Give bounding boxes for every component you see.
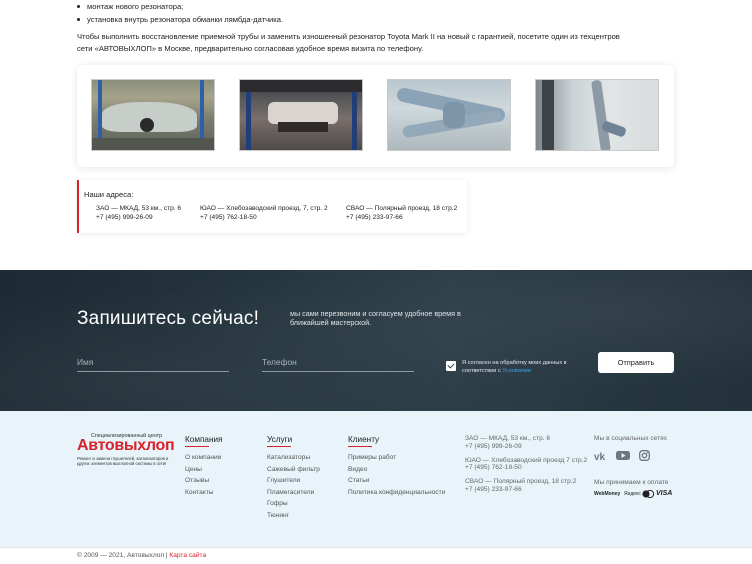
bullet-item: монтаж нового резонатора; xyxy=(77,0,283,13)
youtube-icon[interactable] xyxy=(616,448,630,466)
mastercard-logo xyxy=(642,489,655,500)
social-title: Мы в социальных сетях xyxy=(594,435,667,442)
footer-column-title: Услуги xyxy=(267,435,293,444)
address-phone[interactable]: +7 (495) 233-97-66 xyxy=(346,214,457,223)
bullet-item: установка внутрь резонатора обманки лямб… xyxy=(77,13,283,26)
addresses-box: Наши адреса: ЗАО — МКАД, 53 км., стр. 6 … xyxy=(77,180,467,233)
footer-link[interactable]: Видео xyxy=(348,464,445,476)
footer-link[interactable]: Катализаторы xyxy=(267,452,320,464)
contact-phone[interactable]: +7 (495) 999-26-09 xyxy=(465,443,587,451)
submit-button[interactable]: Отправить xyxy=(598,352,674,373)
footer-contact-item: СВАО — Полярный проезд, 18 стр.2 +7 (495… xyxy=(465,478,587,494)
footer-link[interactable]: Цены xyxy=(185,464,222,476)
payment-title: Мы принимаем к оплате xyxy=(594,479,669,486)
contact-address: СВАО — Полярный проезд, 18 стр.2 xyxy=(465,478,577,486)
address-phone[interactable]: +7 (495) 999-26-09 xyxy=(96,214,181,223)
visa-logo: VISA xyxy=(656,490,673,497)
sitemap-link[interactable]: Карта сайта xyxy=(169,552,206,559)
yandex-money-logo: Яндекс xyxy=(624,491,641,497)
contact-address: ЮАО — Хлебозаводский проезд 7 стр.2 xyxy=(465,456,588,464)
site-logo[interactable]: Специализированный центр Автовыхлоп Ремо… xyxy=(77,433,175,473)
footer-link[interactable]: Тюнинг xyxy=(267,510,320,522)
background-texture xyxy=(0,270,752,411)
footer: Специализированный центр Автовыхлоп Ремо… xyxy=(0,411,752,547)
footer-link[interactable]: Отзывы xyxy=(185,475,222,487)
gallery-photo-car-on-lift[interactable] xyxy=(91,79,215,151)
article-paragraph: Чтобы выполнить восстановление приемной … xyxy=(77,32,620,54)
address-phone[interactable]: +7 (495) 762-18-50 xyxy=(200,214,328,223)
article-section: монтаж нового резонатора; установка внут… xyxy=(0,0,752,270)
footer-link[interactable]: О компании xyxy=(185,452,222,464)
copyright: © 2009 — 2021, Автовыхлоп | Карта сайта xyxy=(77,552,207,559)
footer-link[interactable]: Пламегасители xyxy=(267,487,320,499)
title-underline xyxy=(348,446,372,447)
address-text: ЗАО — МКАД, 53 км., стр. 6 xyxy=(96,205,182,212)
consent-text: Я согласен на обработку моих данных в со… xyxy=(462,360,567,374)
footer-link[interactable]: Политика конфиденциальности xyxy=(348,487,445,499)
footer-column-company: Компания О компании Цены Отзывы Контакты xyxy=(185,435,222,498)
bottom-bar: © 2009 — 2021, Автовыхлоп | Карта сайта xyxy=(0,547,752,564)
address-item: СВАО — Полярный проезд, 18 стр.2 +7 (495… xyxy=(346,205,457,222)
footer-contacts: ЗАО — МКАД, 53 км., стр. 6 +7 (495) 999-… xyxy=(465,435,587,500)
photo-gallery xyxy=(77,65,674,167)
footer-contact-item: ЗАО — МКАД, 53 км., стр. 6 +7 (495) 999-… xyxy=(465,435,587,451)
phone-input[interactable]: Телефон xyxy=(262,357,414,372)
form-subtitle: мы сами перезвоним и согласуем удобное в… xyxy=(290,309,461,327)
name-input[interactable]: Имя xyxy=(77,357,229,372)
booking-form-section: Запишитесь сейчас! мы сами перезвоним и … xyxy=(0,270,752,411)
footer-link[interactable]: Сажевый фильтр xyxy=(267,464,320,476)
bullet-list: монтаж нового резонатора; установка внут… xyxy=(77,0,283,26)
consent-terms-link[interactable]: Условиями xyxy=(502,368,531,374)
address-text: СВАО — Полярный проезд, 18 стр.2 xyxy=(346,205,458,212)
title-underline xyxy=(267,446,291,447)
address-item: ЗАО — МКАД, 53 км., стр. 6 +7 (495) 999-… xyxy=(96,205,181,222)
gallery-photo-exhaust-pipe[interactable] xyxy=(387,79,511,151)
footer-link[interactable]: Примеры работ xyxy=(348,452,445,464)
footer-link[interactable]: Глушители xyxy=(267,475,320,487)
address-item: ЮАО — Хлебозаводский проезд, 7, стр. 2 +… xyxy=(200,205,328,222)
footer-contact-item: ЮАО — Хлебозаводский проезд 7 стр.2 +7 (… xyxy=(465,457,587,473)
footer-link[interactable]: Гофры xyxy=(267,498,320,510)
title-underline xyxy=(185,446,209,447)
webmoney-logo: WebMoney xyxy=(594,491,621,497)
contact-phone[interactable]: +7 (495) 762-18-50 xyxy=(465,464,587,472)
consent-checkbox[interactable] xyxy=(446,361,456,371)
footer-link[interactable]: Статьи xyxy=(348,475,445,487)
footer-link[interactable]: Контакты xyxy=(185,487,222,499)
footer-column-services: Услуги Катализаторы Сажевый фильтр Глуши… xyxy=(267,435,320,522)
form-title: Запишитесь сейчас! xyxy=(77,308,260,329)
contact-address: ЗАО — МКАД, 53 км., стр. 6 xyxy=(465,435,551,442)
address-text: ЮАО — Хлебозаводский проезд, 7, стр. 2 xyxy=(200,205,328,212)
gallery-photo-exhaust-part[interactable] xyxy=(535,79,659,151)
footer-column-title: Клиенту xyxy=(348,435,380,444)
gallery-photo-car-underside[interactable] xyxy=(239,79,363,151)
svg-text:vk: vk xyxy=(594,452,606,461)
contact-phone[interactable]: +7 (495) 233-97-66 xyxy=(465,486,587,494)
vk-icon[interactable]: vk xyxy=(594,448,608,466)
footer-column-client: Клиенту Примеры работ Видео Статьи Полит… xyxy=(348,435,445,498)
footer-column-title: Компания xyxy=(185,435,223,444)
instagram-icon[interactable] xyxy=(639,448,650,466)
addresses-title: Наши адреса: xyxy=(84,190,134,199)
